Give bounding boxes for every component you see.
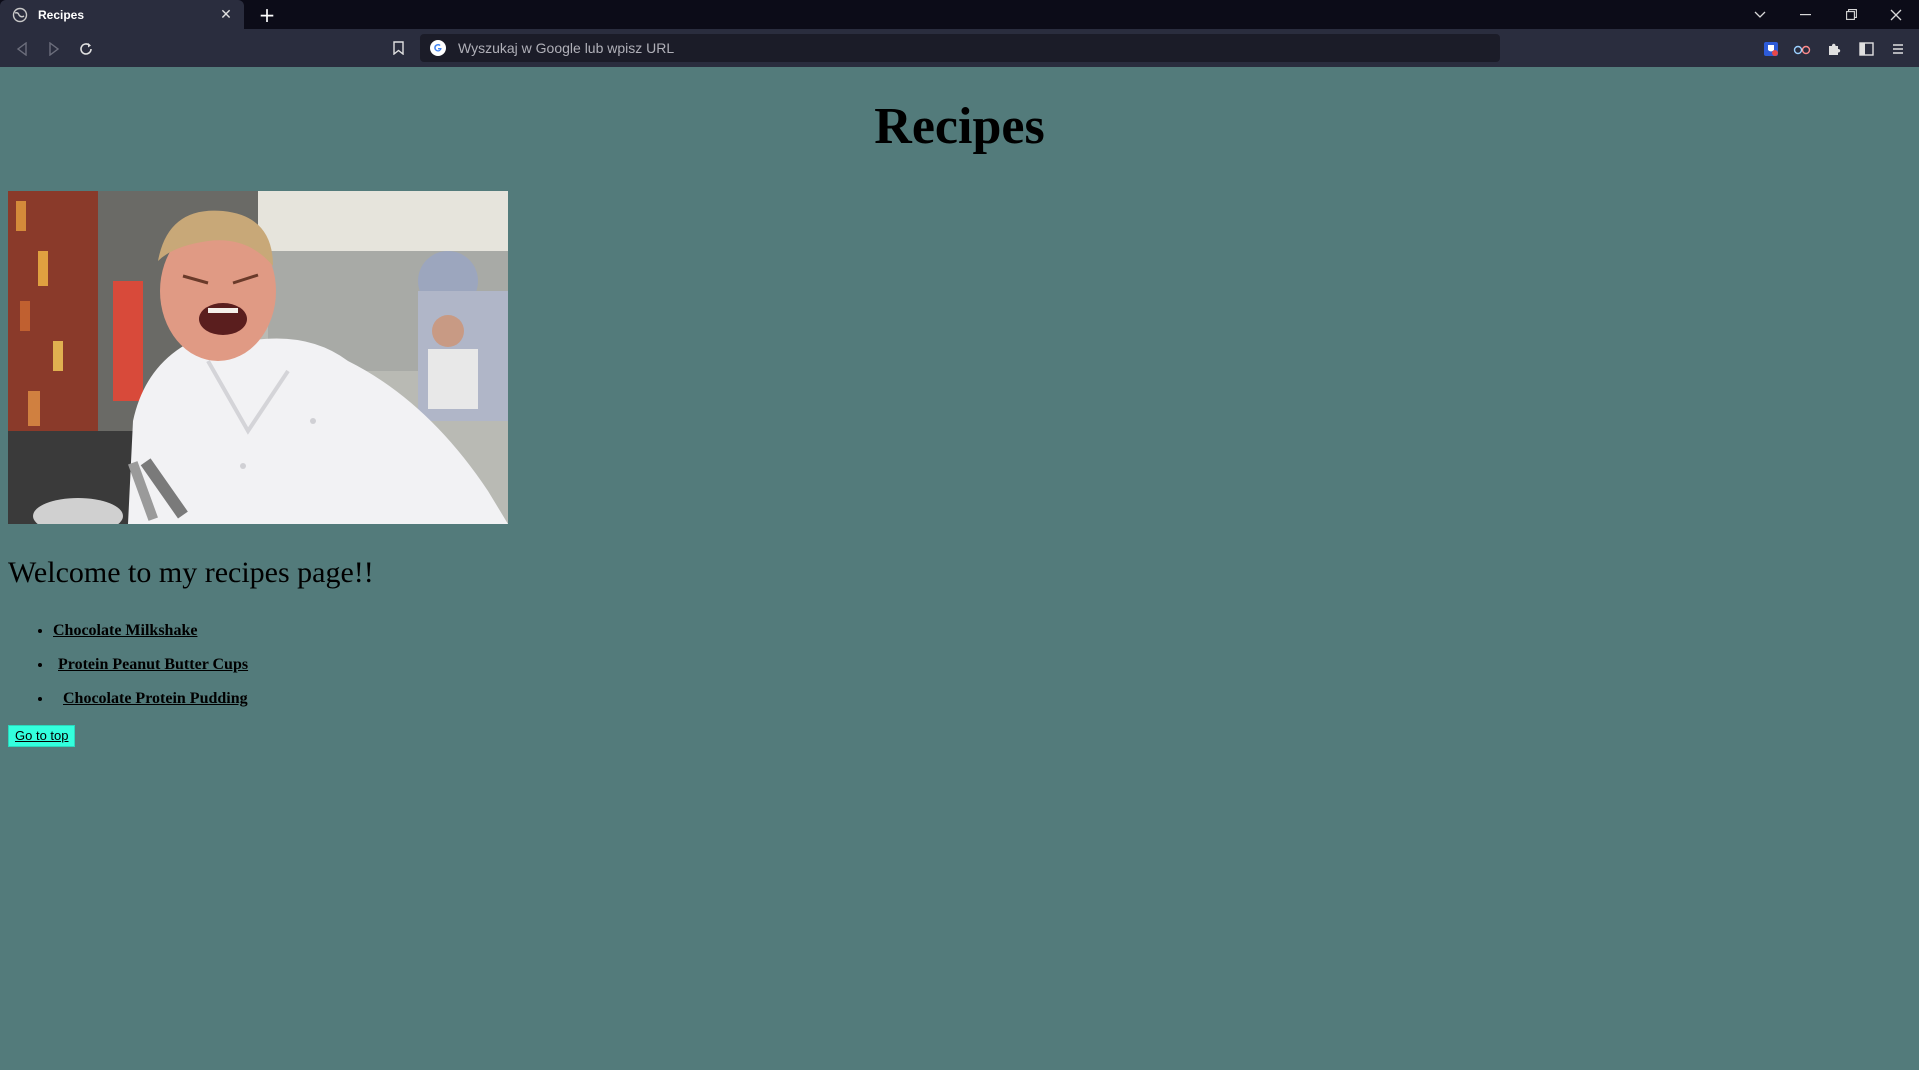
chef-image: [8, 191, 508, 524]
minimize-icon[interactable]: [1782, 0, 1828, 29]
page-content: Recipes Welcome to my recipes page!! • C…: [0, 67, 1919, 1070]
chef-photo: [8, 191, 508, 524]
recipe-link-chocolate-milkshake[interactable]: Chocolate Milkshake: [53, 622, 197, 639]
side-panel-icon[interactable]: [1855, 38, 1877, 60]
page-title: Recipes: [874, 98, 1045, 155]
browser-toolbar: [0, 29, 1919, 67]
new-tab-icon[interactable]: +: [256, 4, 278, 26]
recipe-list: Chocolate Milkshake Protein Peanut Butte…: [8, 614, 248, 716]
go-to-top-button[interactable]: Go to top: [8, 725, 76, 747]
forward-icon[interactable]: [43, 38, 65, 60]
tab-title: Recipes: [38, 7, 85, 22]
address-input[interactable]: [456, 39, 1500, 57]
recipe-link-protein-peanut-butter-cups[interactable]: Protein Peanut Butter Cups: [58, 656, 248, 673]
list-item: Chocolate Protein Pudding: [53, 682, 248, 716]
bookmark-icon[interactable]: [388, 38, 408, 58]
extensions-puzzle-icon[interactable]: [1823, 38, 1845, 60]
tab-search-icon[interactable]: [1737, 0, 1783, 29]
close-window-icon[interactable]: [1873, 0, 1919, 29]
close-tab-icon[interactable]: ✕: [218, 7, 234, 23]
back-icon[interactable]: [11, 38, 33, 60]
recipe-link-chocolate-protein-pudding[interactable]: Chocolate Protein Pudding: [63, 690, 248, 707]
list-item: Chocolate Milkshake: [53, 614, 248, 648]
list-item: Protein Peanut Butter Cups: [53, 648, 248, 682]
address-bar[interactable]: [420, 34, 1500, 62]
reload-icon[interactable]: [75, 38, 97, 60]
menu-icon[interactable]: [1887, 38, 1909, 60]
google-icon: [430, 40, 446, 56]
globe-icon: [12, 7, 28, 22]
glasses-extension-icon[interactable]: [1791, 38, 1813, 60]
restore-icon[interactable]: [1828, 0, 1874, 29]
tab-recipes[interactable]: Recipes ✕: [0, 0, 244, 29]
welcome-heading: Welcome to my recipes page!!: [8, 556, 374, 589]
tab-strip: Recipes ✕ +: [0, 0, 1919, 29]
bitwarden-extension-icon[interactable]: [1760, 38, 1782, 60]
